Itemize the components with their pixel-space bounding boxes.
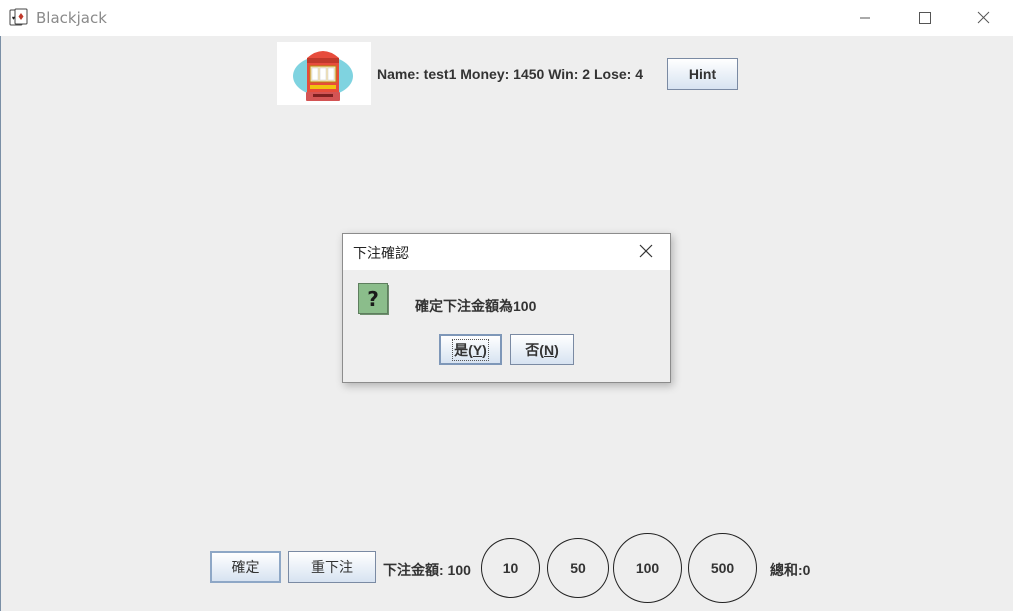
- minimize-button[interactable]: [842, 0, 888, 36]
- blackjack-window: Blackjack Name: test1 Money: 1450 Win: 2…: [0, 0, 1013, 611]
- bet-confirm-dialog: 下注確認 ? 確定下注金額為100 是(Y) 否(N): [342, 233, 671, 383]
- yes-button-label: 是(Y): [452, 338, 489, 361]
- dialog-message: 確定下注金額為100: [415, 298, 537, 314]
- yes-button[interactable]: 是(Y): [439, 334, 502, 365]
- close-window-button[interactable]: [960, 0, 1006, 36]
- slot-machine-icon: [293, 51, 353, 101]
- player-losses: Lose: 4: [593, 66, 643, 82]
- chip-10-button[interactable]: 10: [481, 538, 540, 598]
- window-left-border: [0, 36, 1, 611]
- rebet-button[interactable]: 重下注: [288, 551, 376, 583]
- no-button-label: 否(N): [525, 341, 559, 358]
- dialog-title-bar: 下注確認: [343, 234, 670, 270]
- question-icon: ?: [358, 283, 389, 315]
- player-info: Name: test1 Money: 1450 Win: 2 Lose: 4: [377, 66, 643, 82]
- chip-500-button[interactable]: 500: [688, 533, 757, 603]
- maximize-button[interactable]: [901, 0, 947, 36]
- total-label: 總和:0: [770, 562, 811, 578]
- hint-button[interactable]: Hint: [667, 58, 738, 90]
- close-icon: [639, 244, 653, 258]
- window-title: Blackjack: [36, 9, 107, 27]
- chip-50-button[interactable]: 50: [547, 538, 609, 598]
- player-name: Name: test1: [377, 66, 457, 82]
- bet-amount-label: 下注金額: 100: [383, 562, 471, 578]
- close-icon: [977, 11, 990, 24]
- title-bar: Blackjack: [0, 0, 1013, 36]
- player-wins: Win: 2: [548, 66, 591, 82]
- player-money: Money: 1450: [460, 66, 545, 82]
- dialog-close-button[interactable]: [633, 240, 659, 264]
- confirm-bet-button[interactable]: 確定: [210, 551, 281, 583]
- dialog-title: 下注確認: [353, 246, 409, 262]
- no-button[interactable]: 否(N): [510, 334, 574, 365]
- minimize-icon: [860, 17, 870, 19]
- maximize-icon: [919, 12, 931, 24]
- player-avatar: [277, 42, 371, 105]
- playing-cards-icon: [9, 8, 28, 26]
- svg-text:?: ?: [367, 287, 379, 311]
- chip-100-button[interactable]: 100: [613, 533, 682, 603]
